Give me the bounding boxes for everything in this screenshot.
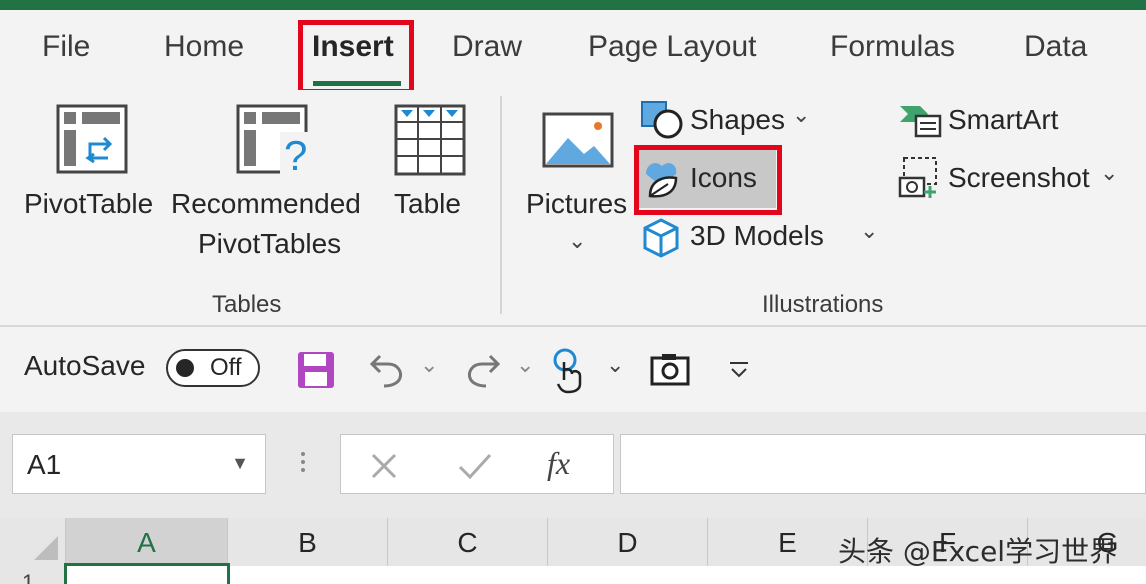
undo-icon[interactable] (366, 350, 406, 390)
tables-group-label: Tables (212, 291, 282, 318)
name-box-dropdown-icon[interactable]: ▼ (231, 453, 249, 474)
active-tab-indicator (313, 81, 401, 86)
tab-data[interactable]: Data (1024, 30, 1087, 64)
tab-file[interactable]: File (42, 30, 90, 64)
column-header-b[interactable]: B (228, 518, 388, 566)
resize-grip-icon[interactable] (298, 450, 308, 480)
title-bar-strip (0, 0, 1146, 10)
toggle-knob (176, 359, 194, 377)
group-separator (500, 96, 502, 314)
save-icon[interactable] (296, 350, 336, 390)
3d-models-label[interactable]: 3D Models (690, 220, 824, 252)
cancel-icon[interactable] (369, 451, 399, 481)
tab-insert[interactable]: Insert (312, 30, 394, 64)
customize-qat-icon[interactable] (728, 360, 750, 380)
column-header-d[interactable]: D (548, 518, 708, 566)
pivottable-icon[interactable] (56, 104, 128, 174)
insert-function-button[interactable]: fx (547, 445, 570, 482)
recommended-pivottables-label-1[interactable]: Recommended (171, 188, 361, 220)
enter-check-icon[interactable] (457, 451, 493, 481)
autosave-label: AutoSave (24, 350, 146, 381)
smartart-label[interactable]: SmartArt (948, 104, 1058, 136)
screenshot-chevron-down-icon[interactable]: ⌄ (1100, 160, 1118, 186)
column-header-a[interactable]: A (66, 518, 228, 566)
redo-chevron-down-icon[interactable]: ⌄ (516, 352, 534, 378)
tab-home[interactable]: Home (164, 30, 244, 64)
camera-icon[interactable] (650, 352, 690, 386)
autosave-state: Off (210, 354, 242, 381)
formula-input[interactable] (620, 434, 1146, 494)
undo-chevron-down-icon[interactable]: ⌄ (420, 352, 438, 378)
pictures-label[interactable]: Pictures (526, 188, 627, 220)
table-icon[interactable] (394, 104, 466, 176)
illustrations-group-label: Illustrations (762, 291, 884, 318)
ribbon-tabs: File Home Insert Draw Page Layout Formul… (0, 10, 1146, 90)
autosave-toggle[interactable]: Off (166, 349, 260, 387)
watermark: 头条 @Excel学习世界 (838, 535, 1118, 568)
icons-label[interactable]: Icons (690, 162, 757, 194)
pictures-chevron-down-icon[interactable]: ⌄ (568, 228, 586, 254)
smartart-icon[interactable] (898, 102, 942, 138)
touch-mode-chevron-down-icon[interactable]: ⌄ (606, 352, 624, 378)
shapes-label[interactable]: Shapes (690, 104, 785, 136)
3d-models-icon[interactable] (642, 218, 680, 258)
row-number: 1 (22, 570, 35, 584)
tab-page-layout[interactable]: Page Layout (588, 30, 756, 64)
shapes-chevron-down-icon[interactable]: ⌄ (792, 102, 810, 128)
column-header-c[interactable]: C (388, 518, 548, 566)
svg-text:?: ? (284, 132, 307, 176)
tab-formulas[interactable]: Formulas (830, 30, 955, 64)
select-all-corner[interactable] (0, 518, 66, 566)
shapes-icon[interactable] (640, 100, 684, 140)
formula-buttons: fx (340, 434, 614, 494)
redo-icon[interactable] (464, 350, 504, 390)
cell-a1[interactable] (64, 563, 230, 584)
table-label[interactable]: Table (394, 188, 461, 220)
recommended-pivottables-icon[interactable]: ? (236, 104, 316, 176)
pivottable-label[interactable]: PivotTable (24, 188, 153, 220)
name-box[interactable]: A1 ▼ (12, 434, 266, 494)
pictures-icon[interactable] (542, 112, 614, 168)
tab-draw[interactable]: Draw (452, 30, 522, 64)
row-header-1[interactable]: 1 (0, 566, 66, 584)
3d-models-chevron-down-icon[interactable]: ⌄ (860, 218, 878, 244)
name-box-value: A1 (27, 449, 62, 480)
recommended-pivottables-label-2[interactable]: PivotTables (198, 228, 341, 260)
screenshot-icon[interactable] (898, 156, 942, 200)
touch-mode-icon[interactable] (552, 348, 586, 394)
screenshot-label[interactable]: Screenshot (948, 162, 1090, 194)
icons-icon[interactable] (642, 156, 682, 200)
